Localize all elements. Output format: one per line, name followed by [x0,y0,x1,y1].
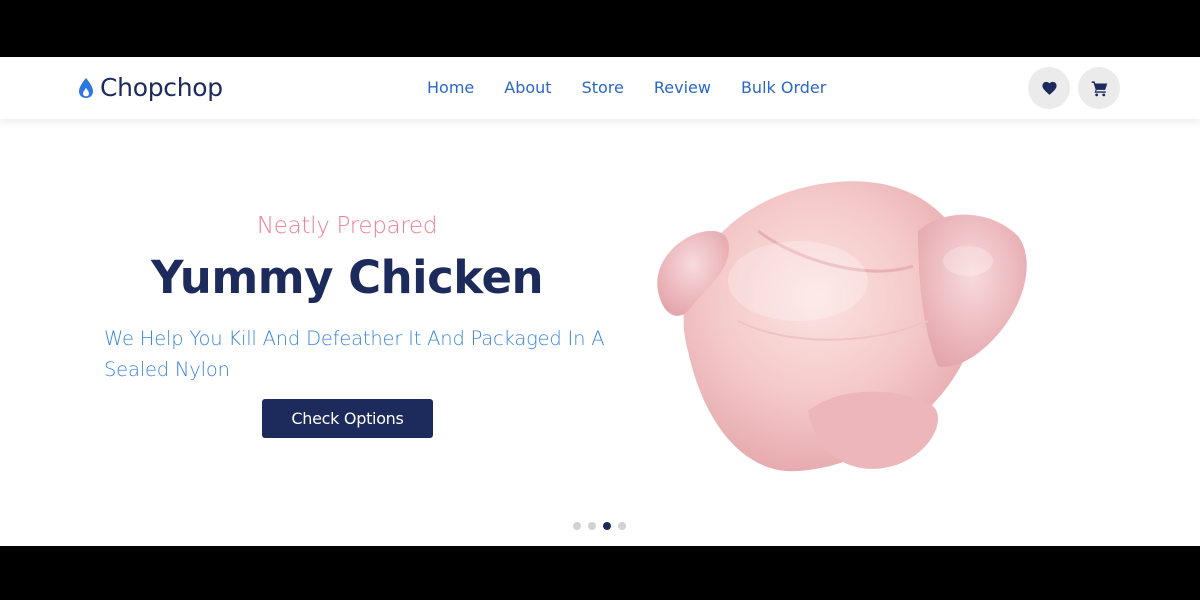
page: Chopchop Home About Store Review Bulk Or… [0,57,1200,546]
raw-chicken-image [657,181,1027,472]
hero-description: We Help You Kill And Defeather It And Pa… [104,327,605,381]
site-header: Chopchop Home About Store Review Bulk Or… [0,57,1200,119]
carousel-indicators [573,522,626,530]
cart-button[interactable] [1078,67,1120,109]
cart-icon [1091,80,1107,96]
nav-store[interactable]: Store [567,76,639,100]
flame-icon [79,77,93,98]
hero-subtitle: Neatly Prepared [256,213,438,239]
nav-home[interactable]: Home [412,76,489,100]
main-nav: Home About Store Review Bulk Order [412,76,841,100]
hero-title: Yummy Chicken [150,251,544,304]
heart-icon [1041,81,1057,95]
carousel-dot[interactable] [618,522,626,530]
wishlist-button[interactable] [1028,67,1070,109]
nav-about[interactable]: About [489,76,566,100]
hero-slider: Neatly Prepared Yummy Chicken We Help Yo… [0,119,1200,546]
nav-bulk-order[interactable]: Bulk Order [726,76,841,100]
brand-name: Chopchop [100,73,223,102]
brand-logo[interactable]: Chopchop [78,73,223,102]
carousel-dot-active[interactable] [603,522,611,530]
carousel-dot[interactable] [573,522,581,530]
check-options-button[interactable]: Check Options [262,399,433,438]
carousel-dot[interactable] [588,522,596,530]
nav-review[interactable]: Review [639,76,726,100]
